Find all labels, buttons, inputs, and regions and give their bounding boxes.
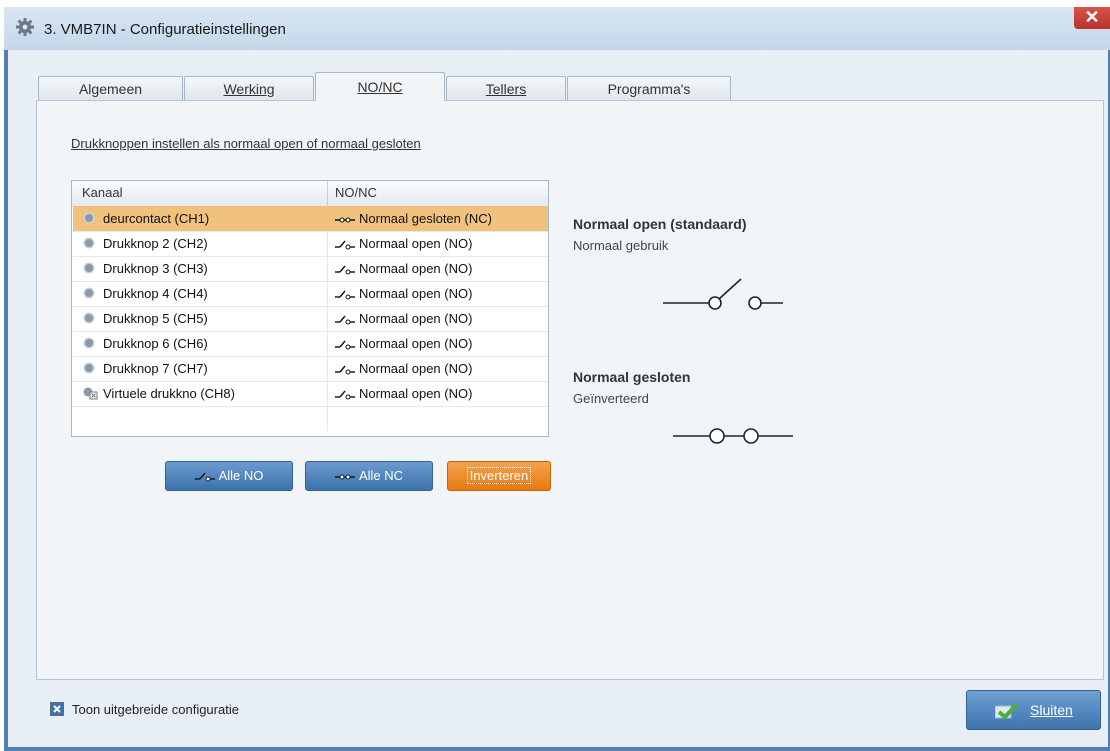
radio-bullet-icon bbox=[85, 339, 93, 347]
all-nc-label: Alle NC bbox=[358, 468, 404, 483]
invert-button[interactable]: Inverteren bbox=[447, 461, 551, 491]
switch-open-icon bbox=[335, 240, 355, 250]
column-divider[interactable] bbox=[327, 181, 328, 206]
virtual-button-icon bbox=[83, 387, 98, 400]
tab-no-nc[interactable]: NO/NC bbox=[315, 72, 445, 101]
extended-config-label[interactable]: Toon uitgebreide configuratie bbox=[72, 702, 239, 717]
switch-open-icon bbox=[335, 315, 355, 325]
channel-table[interactable]: Kanaal NO/NC deurcontact (CH1) Normaal g… bbox=[71, 180, 549, 437]
radio-bullet-icon bbox=[85, 239, 93, 247]
gear-icon bbox=[16, 18, 34, 36]
all-nc-button[interactable]: Alle NC bbox=[305, 461, 433, 491]
channel-name: Drukknop 7 (CH7) bbox=[103, 361, 208, 376]
tab-programmas[interactable]: Programma's bbox=[567, 76, 731, 100]
switch-open-icon bbox=[335, 365, 355, 375]
normally-open-switch-diagram bbox=[663, 278, 783, 310]
tab-label: Programma's bbox=[607, 81, 691, 97]
all-no-label: Alle NO bbox=[218, 468, 264, 483]
table-row[interactable]: Virtuele drukkno (CH8) Normaal open (NO) bbox=[73, 381, 548, 407]
table-row[interactable]: Drukknop 5 (CH5) Normaal open (NO) bbox=[73, 306, 548, 332]
table-row[interactable]: Drukknop 7 (CH7) Normaal open (NO) bbox=[73, 356, 548, 382]
channel-name: Drukknop 3 (CH3) bbox=[103, 261, 208, 276]
switch-closed-icon bbox=[334, 474, 355, 480]
extended-config-checkbox[interactable] bbox=[50, 702, 64, 716]
tab-panel-no-nc: Drukknoppen instellen als normaal open o… bbox=[36, 100, 1104, 680]
channel-name: Drukknop 4 (CH4) bbox=[103, 286, 208, 301]
switch-state-label: Normaal open (NO) bbox=[359, 311, 473, 326]
switch-state-label: Normaal open (NO) bbox=[359, 236, 473, 251]
channel-name: Drukknop 5 (CH5) bbox=[103, 311, 208, 326]
switch-state: Normaal open (NO) bbox=[335, 311, 472, 326]
channel-name: deurcontact (CH1) bbox=[103, 211, 210, 226]
table-row[interactable]: Drukknop 3 (CH3) Normaal open (NO) bbox=[73, 256, 548, 282]
tab-werking[interactable]: Werking bbox=[184, 76, 314, 100]
tab-tellers[interactable]: Tellers bbox=[446, 76, 566, 100]
tab-strip: Algemeen Werking NO/NC Tellers Programma… bbox=[38, 72, 738, 101]
client-area: Algemeen Werking NO/NC Tellers Programma… bbox=[8, 50, 1108, 747]
switch-state-label: Normaal open (NO) bbox=[359, 261, 473, 276]
switch-state: Normaal open (NO) bbox=[335, 386, 472, 401]
switch-open-icon bbox=[194, 472, 215, 482]
switch-state: Normaal open (NO) bbox=[335, 361, 472, 376]
channel-name: Virtuele drukkno (CH8) bbox=[103, 386, 235, 401]
switch-state: Normaal open (NO) bbox=[335, 286, 472, 301]
switch-state-label: Normaal open (NO) bbox=[359, 286, 473, 301]
switch-open-icon bbox=[335, 265, 355, 275]
radio-bullet-icon bbox=[85, 364, 93, 372]
channel-name: Drukknop 6 (CH6) bbox=[103, 336, 208, 351]
table-row[interactable]: deurcontact (CH1) Normaal gesloten (NC) bbox=[73, 206, 548, 232]
table-header: Kanaal NO/NC bbox=[72, 181, 548, 207]
nc-info-title: Normaal gesloten bbox=[573, 369, 691, 385]
column-header-no-nc[interactable]: NO/NC bbox=[335, 185, 377, 200]
radio-bullet-icon bbox=[85, 214, 93, 222]
no-info-title: Normaal open (standaard) bbox=[573, 216, 747, 232]
invert-label: Inverteren bbox=[466, 467, 532, 484]
no-info-subtitle: Normaal gebruik bbox=[573, 238, 669, 253]
switch-state: Normaal open (NO) bbox=[335, 236, 472, 251]
switch-state-label: Normaal open (NO) bbox=[359, 336, 473, 351]
table-row[interactable]: Drukknop 2 (CH2) Normaal open (NO) bbox=[73, 231, 548, 257]
switch-open-icon bbox=[335, 340, 355, 350]
checkmark-x-icon bbox=[51, 703, 63, 715]
tab-label: Tellers bbox=[485, 81, 527, 97]
tab-label: NO/NC bbox=[357, 79, 403, 95]
table-row[interactable]: Drukknop 6 (CH6) Normaal open (NO) bbox=[73, 331, 548, 357]
close-button-label: Sluiten bbox=[1030, 702, 1073, 718]
close-button[interactable]: Sluiten bbox=[966, 690, 1101, 730]
switch-open-icon bbox=[335, 390, 355, 400]
switch-state-label: Normaal open (NO) bbox=[359, 361, 473, 376]
table-row[interactable]: Drukknop 4 (CH4) Normaal open (NO) bbox=[73, 281, 548, 307]
config-window: 3. VMB7IN - Configuratieinstellingen ✕ A… bbox=[4, 7, 1110, 751]
panel-heading: Drukknoppen instellen als normaal open o… bbox=[71, 136, 421, 151]
switch-state-label: Normaal gesloten (NC) bbox=[359, 211, 492, 226]
window-title: 3. VMB7IN - Configuratieinstellingen bbox=[44, 21, 286, 38]
checkmark-icon bbox=[995, 702, 1019, 720]
tab-label: Algemeen bbox=[78, 81, 143, 97]
switch-state-label: Normaal open (NO) bbox=[359, 386, 473, 401]
tab-algemeen[interactable]: Algemeen bbox=[38, 76, 183, 100]
switch-open-icon bbox=[335, 290, 355, 300]
switch-state: Normaal open (NO) bbox=[335, 336, 472, 351]
title-bar[interactable]: 3. VMB7IN - Configuratieinstellingen ✕ bbox=[4, 7, 1110, 50]
channel-name: Drukknop 2 (CH2) bbox=[103, 236, 208, 251]
radio-bullet-icon bbox=[85, 314, 93, 322]
nc-info-subtitle: Geïnverteerd bbox=[573, 391, 649, 406]
all-no-button[interactable]: Alle NO bbox=[165, 461, 293, 491]
column-header-kanaal[interactable]: Kanaal bbox=[82, 185, 122, 200]
radio-bullet-icon bbox=[85, 289, 93, 297]
switch-closed-icon bbox=[335, 217, 355, 223]
normally-closed-switch-diagram bbox=[673, 428, 793, 444]
switch-state: Normaal open (NO) bbox=[335, 261, 472, 276]
tab-label: Werking bbox=[223, 81, 275, 97]
window-close-button[interactable]: ✕ bbox=[1074, 7, 1110, 29]
switch-state: Normaal gesloten (NC) bbox=[335, 211, 492, 226]
radio-bullet-icon bbox=[85, 264, 93, 272]
